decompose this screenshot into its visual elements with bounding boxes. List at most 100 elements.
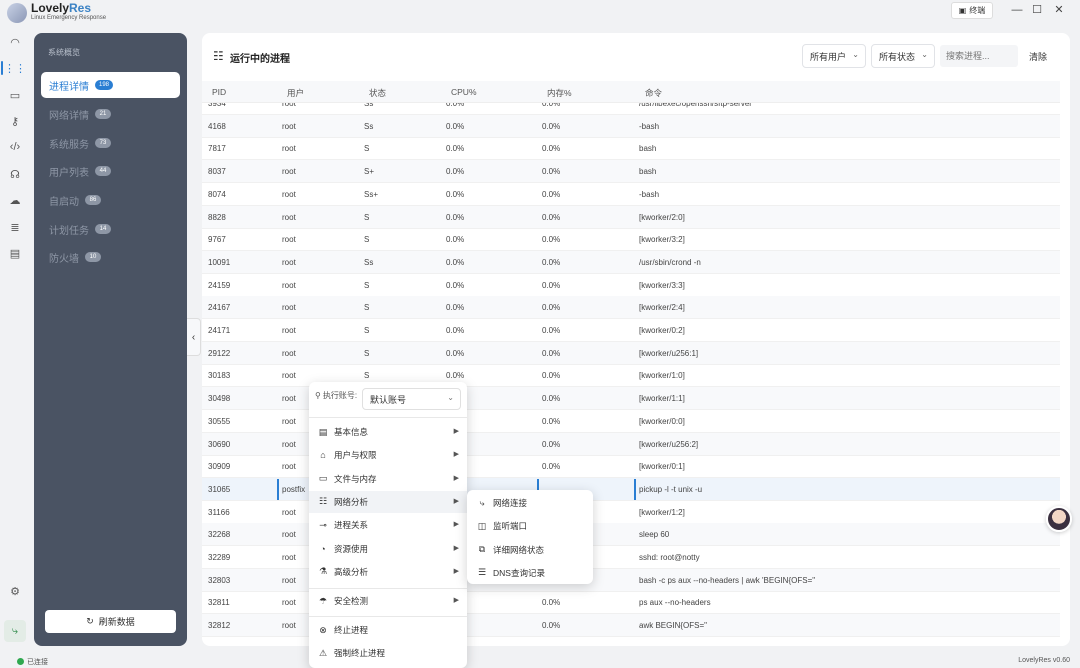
sidebar-item-services[interactable]: 系统服务 73 — [41, 130, 180, 156]
status-filter-select[interactable]: 所有状态 ⌄ — [871, 44, 935, 68]
cell-mem: 0.0% — [542, 621, 561, 631]
table-row[interactable]: 8074 root Ss+ 0.0% 0.0% -bash — [202, 183, 1060, 206]
sidebar-item-cron[interactable]: 计划任务 14 — [41, 216, 180, 242]
terminal-button[interactable]: ▣ 终端 — [951, 2, 993, 19]
search-input[interactable] — [940, 45, 1018, 67]
table-row[interactable]: 24159 root S 0.0% 0.0% [kworker/3:3] — [202, 274, 1060, 297]
cell-mem: 0.0% — [542, 280, 561, 290]
cell-mem: 0.0% — [542, 257, 561, 267]
sidebar-item-users[interactable]: 用户列表 44 — [41, 158, 180, 184]
cell-user: root — [282, 280, 296, 290]
clear-button[interactable]: 清除 — [1022, 44, 1054, 68]
close-button[interactable]: ✕ — [1051, 3, 1067, 17]
refresh-button[interactable]: ↻ 刷新数据 — [45, 610, 176, 633]
cell-pid: 30690 — [208, 439, 231, 449]
app-name: LovelyRes — [31, 1, 92, 15]
column-header[interactable]: 命令 — [645, 87, 662, 99]
settings-icon[interactable]: ⚙ — [4, 580, 26, 602]
table-row[interactable]: 24171 root S 0.0% 0.0% [kworker/0:2] — [202, 319, 1060, 342]
chevron-down-icon: ⌄ — [852, 50, 859, 59]
chevron-down-icon: ⌄ — [921, 50, 928, 59]
table-row[interactable]: 10091 root Ss 0.0% 0.0% /usr/sbin/crond -n — [202, 250, 1060, 274]
cell-mem: 0.0% — [542, 439, 561, 449]
database-icon[interactable]: ≣ — [4, 216, 26, 238]
cell-user: root — [282, 507, 296, 517]
log-icon[interactable]: ▤ — [4, 242, 26, 264]
key-icon[interactable]: ⚷ — [4, 110, 26, 132]
cell-cpu: 0.0% — [446, 121, 465, 131]
sidebar-item-firewall[interactable]: 防火墙 10 — [41, 244, 180, 270]
table-row[interactable]: 8037 root S+ 0.0% 0.0% bash — [202, 160, 1060, 184]
sidebar-item-network[interactable]: 网络详情 21 — [41, 101, 180, 127]
bug-icon[interactable]: ☊ — [4, 163, 26, 185]
table-row[interactable]: 8828 root S 0.0% 0.0% [kworker/2:0] — [202, 205, 1060, 229]
cell-user: root — [282, 235, 296, 245]
table-row[interactable]: 9767 root S 0.0% 0.0% [kworker/3:2] — [202, 228, 1060, 252]
menu-item-tree[interactable]: ⊸ 进程关系 ▶ — [309, 514, 467, 536]
menu-item-pie[interactable]: ◔ 资源使用 ▶ — [309, 538, 467, 560]
cell-mem: 0.0% — [542, 235, 561, 245]
column-header[interactable]: 内存% — [547, 87, 572, 99]
assistant-avatar[interactable] — [1046, 506, 1072, 532]
table-row[interactable]: 4168 root Ss 0.0% 0.0% -bash — [202, 114, 1060, 138]
cell-cmd: -bash — [639, 189, 660, 199]
column-header[interactable]: 用户 — [287, 87, 304, 99]
column-header[interactable]: PID — [212, 87, 226, 97]
cell-pid: 32268 — [208, 530, 231, 540]
cell-user: root — [282, 348, 296, 358]
folder-icon[interactable]: ▭ — [4, 84, 26, 106]
menu-item-lock[interactable]: ⌂ 用户与权限 ▶ — [309, 444, 467, 466]
column-header[interactable]: CPU% — [451, 87, 477, 97]
cell-mem: 0.0% — [542, 212, 561, 222]
menu-item-document[interactable]: ▤ 基本信息 ▶ — [309, 421, 467, 443]
cell-pid: 3934 — [208, 103, 226, 108]
menu-item-security-check[interactable]: ☂ 安全检测 ▶ — [309, 590, 467, 612]
cell-pid: 24167 — [208, 303, 231, 313]
menu-item-flask[interactable]: ⚗ 高级分析 ▶ — [309, 561, 467, 583]
dashboard-icon[interactable]: ◠ — [4, 31, 26, 53]
sidebar-item-processes[interactable]: 进程详情 198 — [41, 72, 180, 98]
code-icon[interactable]: ‹/› — [4, 136, 26, 158]
submenu-item-connection[interactable]: ⤷ 网络连接 — [467, 492, 593, 514]
table-row[interactable]: 7817 root S 0.0% 0.0% bash — [202, 137, 1060, 161]
account-select[interactable]: 默认账号 ⌄ — [362, 388, 461, 410]
column-header[interactable]: 状态 — [369, 87, 386, 99]
menu-item-folder[interactable]: ▭ 文件与内存 ▶ — [309, 468, 467, 490]
cell-cpu: 0.0% — [446, 348, 465, 358]
cloud-icon[interactable]: ☁ — [4, 189, 26, 211]
submenu-item-dns[interactable]: ☰ DNS查询记录 — [467, 562, 593, 584]
table-row[interactable]: 3934 root Ss 0.0% 0.0% /usr/libexec/openssh/s… — [202, 103, 1060, 115]
cell-pid: 30555 — [208, 416, 231, 426]
table-row[interactable]: 24167 root S 0.0% 0.0% [kworker/2:4] — [202, 296, 1060, 320]
cell-pid: 4168 — [208, 121, 226, 131]
stop-icon: ⊗ — [319, 624, 327, 635]
grid-icon[interactable]: ⋮⋮ — [1, 57, 26, 79]
chevron-right-icon: ▶ — [453, 597, 459, 604]
cell-user: root — [282, 257, 296, 267]
table-row[interactable]: 29122 root S 0.0% 0.0% [kworker/u256:1] — [202, 341, 1060, 365]
chevron-right-icon: ▶ — [453, 521, 459, 529]
submenu-item-port[interactable]: ◫ 监听端口 — [467, 515, 593, 537]
menu-divider — [309, 616, 467, 617]
user-filter-select[interactable]: 所有用户 ⌄ — [802, 44, 866, 68]
cell-mem: 0.0% — [542, 103, 561, 108]
connection-icon[interactable]: ⤷ — [4, 620, 26, 642]
count-badge: 198 — [95, 80, 114, 90]
submenu-item-network-status[interactable]: ⧉ 详细网络状态 — [467, 539, 593, 561]
menu-item-kill-process[interactable]: ⊗ 终止进程 — [309, 619, 467, 641]
menu-item-network[interactable]: ☷ 网络分析 ▶ — [309, 490, 467, 513]
cell-mem: 0.0% — [542, 371, 561, 381]
cell-pid: 30909 — [208, 462, 231, 472]
icon-rail: ◠ ⋮⋮ ▭ ⚷ ‹/› ☊ ☁ ≣ ▤ ⚙ ⤷ — [0, 28, 30, 648]
cell-state: S — [364, 348, 370, 358]
cell-cpu: 0.0% — [446, 257, 465, 267]
status-bar: 已连接 LovelyRes v0.60 — [0, 656, 1080, 668]
cell-pid: 8074 — [208, 189, 226, 199]
maximize-button[interactable]: ☐ — [1029, 3, 1045, 17]
cell-state: S — [364, 235, 370, 245]
sidebar-item-autostart[interactable]: 自启动 86 — [41, 187, 180, 213]
minimize-button[interactable]: — — [1009, 3, 1025, 17]
collapse-sidebar-button[interactable]: ‹ — [187, 318, 201, 356]
count-badge: 10 — [85, 252, 101, 262]
cell-mem: 0.0% — [542, 121, 561, 131]
